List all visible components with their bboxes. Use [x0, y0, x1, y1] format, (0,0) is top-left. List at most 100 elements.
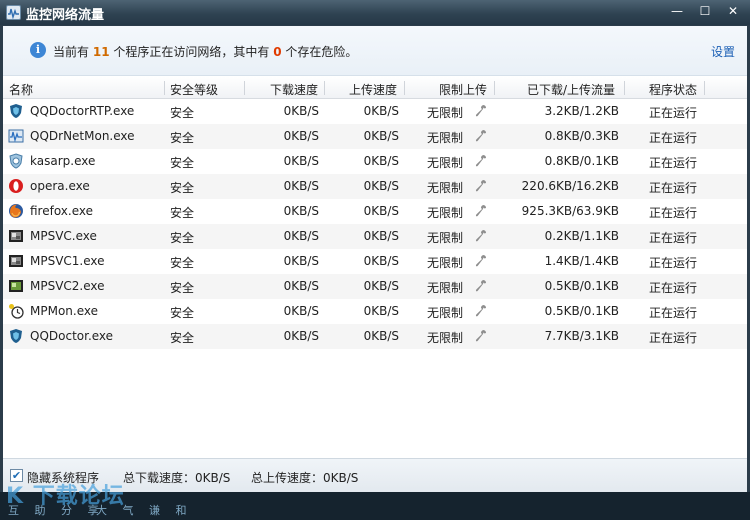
title-bar[interactable]: 监控网络流量 — ☐ ✕: [0, 0, 750, 25]
process-name: firefox.exe: [30, 204, 94, 218]
info-message: 当前有 11 个程序正在访问网络，其中有 0 个存在危险。: [53, 43, 357, 60]
monitor-wave-icon: [8, 128, 24, 144]
process-name: opera.exe: [30, 179, 90, 193]
process-limit[interactable]: 无限制: [427, 154, 463, 171]
table-row[interactable]: MPSVC1.exe 安全 0KB/S 0KB/S 无限制 1.4KB/1.4KB 正在运行: [3, 249, 747, 274]
table-row[interactable]: MPSVC.exe 安全 0KB/S 0KB/S 无限制 0.2KB/1.1KB 正在运行: [3, 224, 747, 249]
wrench-icon[interactable]: [475, 104, 487, 118]
process-status: 正在运行: [649, 181, 698, 195]
wrench-icon[interactable]: [475, 204, 487, 218]
film-icon: [8, 228, 24, 244]
process-security: 安全: [170, 206, 195, 220]
process-upload: 0KB/S: [363, 154, 399, 168]
process-limit[interactable]: 无限制: [427, 229, 463, 246]
column-header-name[interactable]: 名称: [9, 81, 33, 98]
maximize-button[interactable]: ☐: [692, 2, 718, 20]
window-controls: — ☐ ✕: [664, 2, 746, 20]
process-upload: 0KB/S: [363, 179, 399, 193]
info-icon: i: [30, 42, 46, 58]
process-limit[interactable]: 无限制: [427, 304, 463, 321]
total-upload-speed: 总上传速度：0KB/S: [251, 471, 359, 485]
process-download: 0KB/S: [283, 104, 319, 118]
wrench-icon[interactable]: [475, 179, 487, 193]
wrench-icon[interactable]: [475, 304, 487, 318]
info-middle: 个程序正在访问网络，其中有: [113, 45, 270, 59]
wrench-icon[interactable]: [475, 254, 487, 268]
minimize-button[interactable]: —: [664, 2, 690, 20]
wrench-icon[interactable]: [475, 329, 487, 343]
info-prefix: 当前有: [53, 45, 90, 59]
column-divider[interactable]: [324, 81, 325, 95]
table-row[interactable]: kasarp.exe 安全 0KB/S 0KB/S 无限制 0.8KB/0.1KB 正在运行: [3, 149, 747, 174]
table-row[interactable]: QQDoctor.exe 安全 0KB/S 0KB/S 无限制 7.7KB/3.1KB 正在…: [3, 324, 747, 349]
firefox-icon: [8, 203, 24, 219]
table-row[interactable]: opera.exe 安全 0KB/S 0KB/S 无限制 220.6KB/16.2KB 正在…: [3, 174, 747, 199]
process-name: QQDoctor.exe: [30, 329, 114, 343]
process-name: MPSVC2.exe: [30, 279, 105, 293]
process-name: QQDoctorRTP.exe: [30, 104, 135, 118]
process-name: QQDrNetMon.exe: [30, 129, 135, 143]
table-row[interactable]: QQDoctorRTP.exe 安全 0KB/S 0KB/S 无限制 3.2KB/1.2K…: [3, 99, 747, 124]
column-divider[interactable]: [404, 81, 405, 95]
process-security: 安全: [170, 106, 195, 120]
process-status: 正在运行: [649, 206, 698, 220]
process-security: 安全: [170, 181, 195, 195]
column-divider[interactable]: [164, 81, 165, 95]
column-divider[interactable]: [244, 81, 245, 95]
process-limit[interactable]: 无限制: [427, 129, 463, 146]
table-row[interactable]: MPMon.exe 安全 0KB/S 0KB/S 无限制 0.5KB/0.1KB 正在运行: [3, 299, 747, 324]
table-row[interactable]: MPSVC2.exe 安全 0KB/S 0KB/S 无限制 0.5KB/0.1KB 正在运行: [3, 274, 747, 299]
process-limit[interactable]: 无限制: [427, 279, 463, 296]
column-header-upload[interactable]: 上传速度: [349, 81, 397, 98]
process-security: 安全: [170, 306, 195, 320]
process-limit[interactable]: 无限制: [427, 204, 463, 221]
wrench-icon[interactable]: [475, 279, 487, 293]
process-download: 0KB/S: [283, 329, 319, 343]
process-traffic: 0.5KB/0.1KB: [544, 304, 619, 318]
process-download: 0KB/S: [283, 204, 319, 218]
wrench-icon[interactable]: [475, 229, 487, 243]
process-upload: 0KB/S: [363, 304, 399, 318]
shield-light-icon: [8, 153, 24, 169]
process-security: 安全: [170, 156, 195, 170]
process-status: 正在运行: [649, 331, 698, 345]
column-divider[interactable]: [704, 81, 705, 95]
settings-link[interactable]: 设置: [711, 43, 735, 60]
process-limit[interactable]: 无限制: [427, 329, 463, 346]
process-traffic: 1.4KB/1.4KB: [544, 254, 619, 268]
process-limit[interactable]: 无限制: [427, 104, 463, 121]
info-bar: i 当前有 11 个程序正在访问网络，其中有 0 个存在危险。 设置: [3, 26, 747, 76]
film-green-icon: [8, 278, 24, 294]
column-header-status[interactable]: 程序状态: [649, 81, 697, 98]
column-header-security[interactable]: 安全等级: [170, 81, 218, 98]
film-icon: [8, 253, 24, 269]
column-divider[interactable]: [494, 81, 495, 95]
process-status: 正在运行: [649, 156, 698, 170]
wrench-icon[interactable]: [475, 154, 487, 168]
process-limit[interactable]: 无限制: [427, 254, 463, 271]
process-traffic: 3.2KB/1.2KB: [544, 104, 619, 118]
process-traffic: 0.2KB/1.1KB: [544, 229, 619, 243]
process-security: 安全: [170, 281, 195, 295]
danger-count: 0: [273, 45, 282, 59]
column-header-traffic[interactable]: 已下载/上传流量: [527, 81, 615, 98]
column-header-limit[interactable]: 限制上传: [439, 81, 487, 98]
process-limit[interactable]: 无限制: [427, 179, 463, 196]
table-row[interactable]: firefox.exe 安全 0KB/S 0KB/S 无限制 925.3KB/63.9KB…: [3, 199, 747, 224]
shield-blue-icon: [8, 328, 24, 344]
close-button[interactable]: ✕: [720, 2, 746, 20]
table-row[interactable]: QQDrNetMon.exe 安全 0KB/S 0KB/S 无限制 0.8KB/0.3KB…: [3, 124, 747, 149]
process-security: 安全: [170, 331, 195, 345]
total-download-speed: 总下载速度：0KB/S: [123, 471, 231, 485]
process-traffic: 7.7KB/3.1KB: [544, 329, 619, 343]
wrench-icon[interactable]: [475, 129, 487, 143]
watermark-left: 互 助 分 享: [8, 504, 105, 517]
process-upload: 0KB/S: [363, 204, 399, 218]
process-security: 安全: [170, 256, 195, 270]
table-header: 名称 安全等级 下载速度 上传速度 限制上传 已下载/上传流量 程序状态: [3, 77, 747, 99]
process-name: kasarp.exe: [30, 154, 96, 168]
process-security: 安全: [170, 231, 195, 245]
column-divider[interactable]: [624, 81, 625, 95]
opera-icon: [8, 178, 24, 194]
column-header-download[interactable]: 下载速度: [270, 81, 318, 98]
